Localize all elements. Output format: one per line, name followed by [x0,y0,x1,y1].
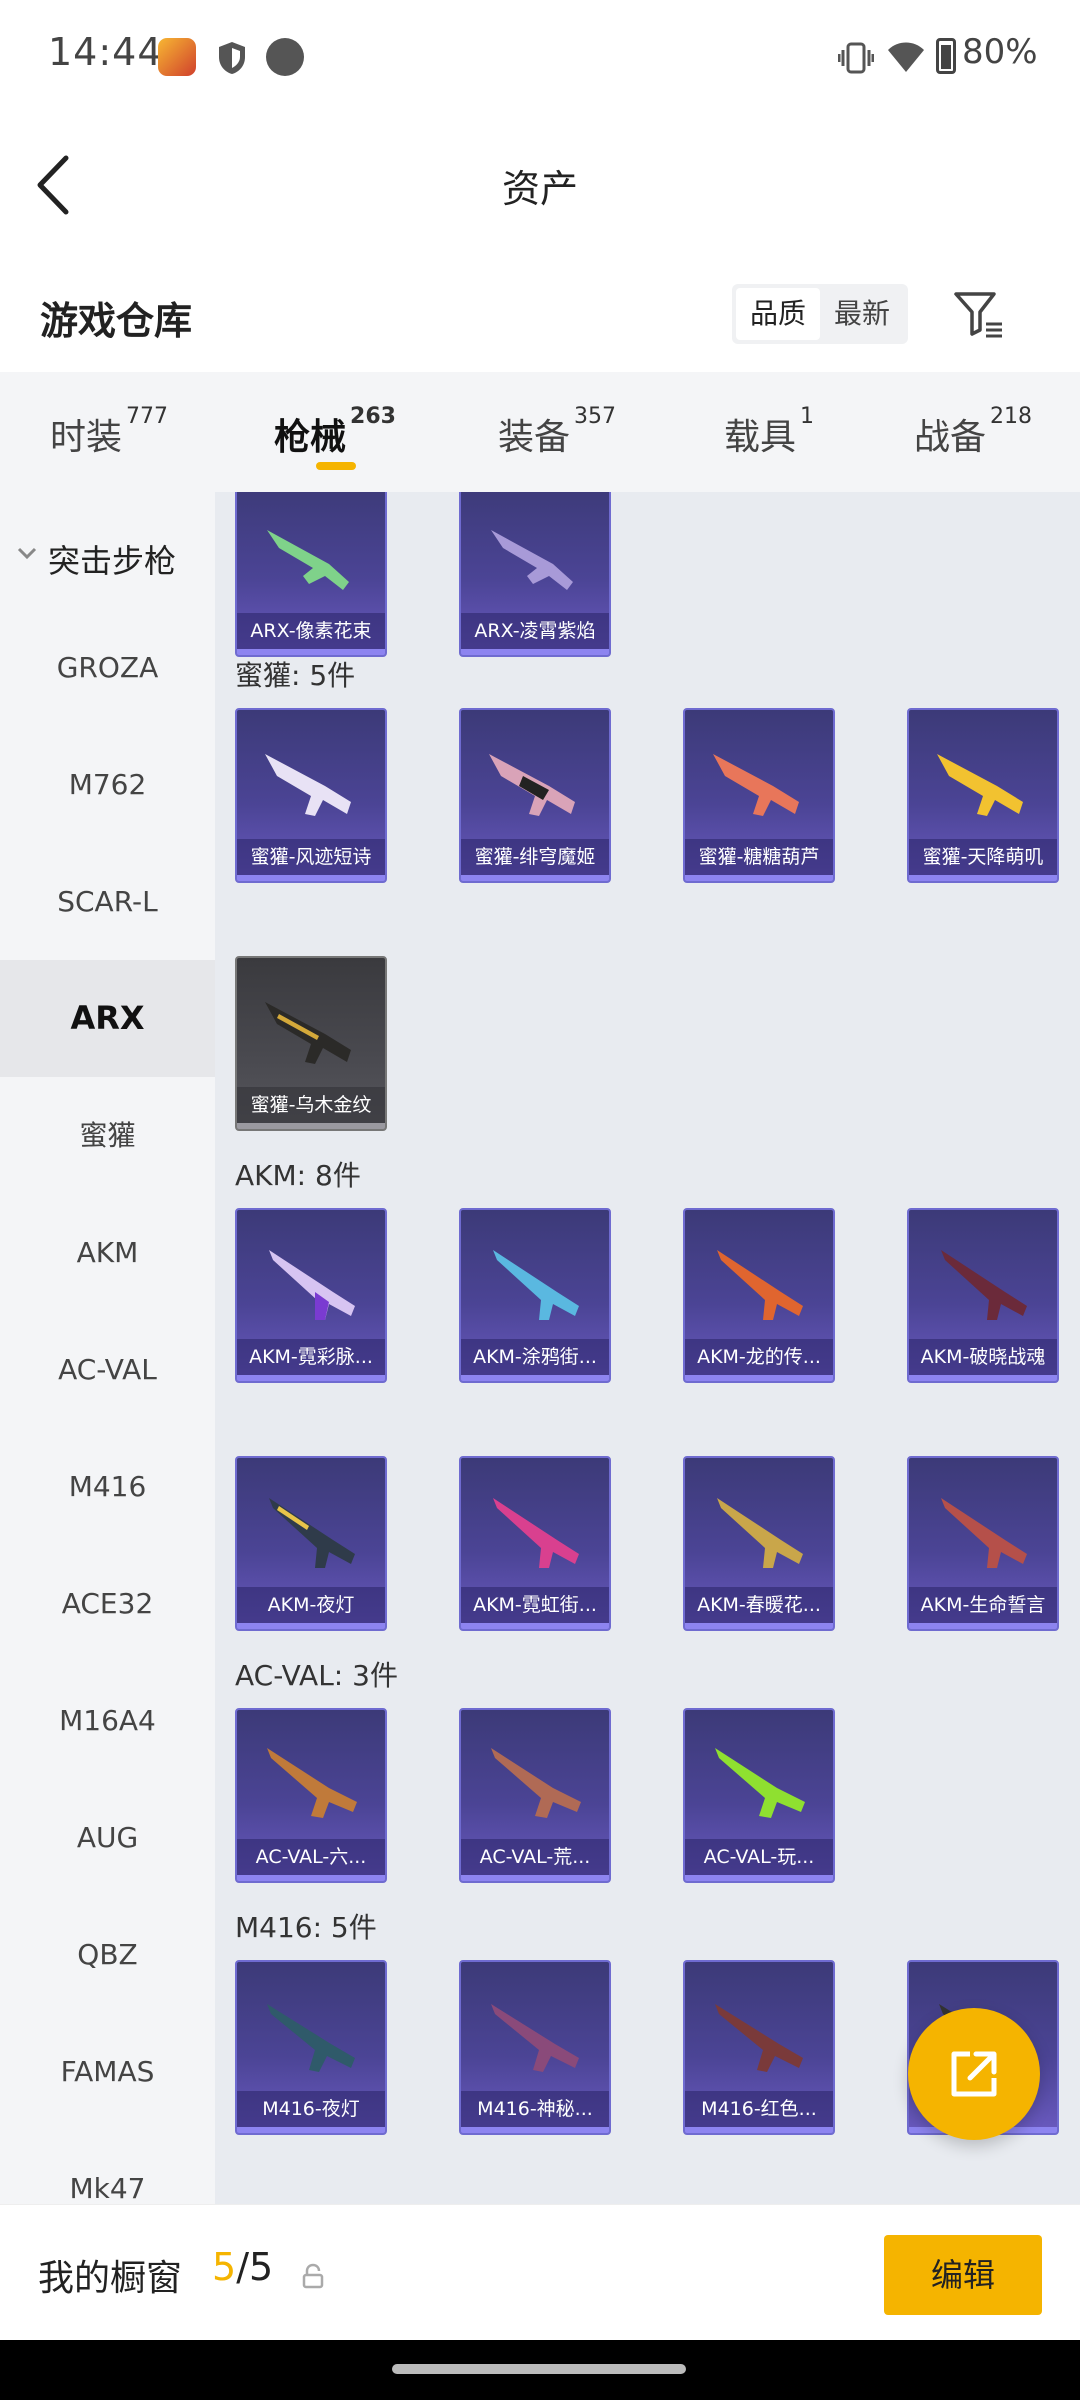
rifle-teal-icon [267,2004,355,2072]
sidebar-item-m416[interactable]: M416 [0,1428,215,1545]
section-label-ac-val: AC-VAL: 3件 [235,1659,398,1692]
sidebar-item-arx[interactable]: ARX [0,960,215,1077]
skin-card[interactable]: 蜜獾-天降萌叽 [907,708,1059,883]
game-app-icon [158,38,196,76]
warehouse-title: 游戏仓库 [40,299,193,343]
rifle-dragon-icon [717,1250,803,1320]
skin-card[interactable]: 蜜獾-风迹短诗 [235,708,387,883]
status-time: 14:44 [48,30,163,74]
active-tab-indicator [316,462,356,470]
skin-grid: ARX-像素花束 ARX-凌霄紫焰 蜜獾: 5件 蜜獾-风迹短诗 蜜獾-绯穹魔姬… [215,492,1080,2204]
filter-icon[interactable] [950,286,1006,342]
skin-card[interactable]: AKM-涂鸦街... [459,1208,611,1383]
share-fab-button[interactable] [908,2008,1040,2140]
skin-card[interactable]: AKM-龙的传... [683,1208,835,1383]
skin-card[interactable]: AKM-破晓战魂 [907,1208,1059,1383]
skin-card[interactable]: AKM-生命誓言 [907,1456,1059,1631]
showcase-count: 5/5 [212,2245,274,2289]
sidebar-item-groza[interactable]: GROZA [0,609,215,726]
rifle-gold-black-icon [265,1002,351,1064]
sidebar-item-ac-val[interactable]: AC-VAL [0,1311,215,1428]
sort-toggle: 品质 最新 [732,284,908,344]
tab-fashion[interactable]: 时装777 [50,404,168,460]
rifle-neon-icon [493,1498,579,1568]
rifle-yellow-icon [937,754,1023,816]
sidebar-item-m16a4[interactable]: M16A4 [0,1662,215,1779]
sidebar-category-assault-rifles[interactable]: 突击步枪 [0,528,215,588]
sidebar-item-qbz[interactable]: QBZ [0,1896,215,2013]
skin-card[interactable]: 蜜獾-乌木金纹 [235,956,387,1131]
external-link-icon [951,2051,997,2097]
skin-card[interactable]: M416-神秘... [459,1960,611,2135]
skin-card[interactable]: M416-红色... [683,1960,835,2135]
tab-supplies[interactable]: 战备218 [914,404,1032,460]
sidebar-item-mk47[interactable]: Mk47 [0,2130,215,2204]
skin-card[interactable]: ARX-凌霄紫焰 [459,492,611,657]
skin-card[interactable]: AKM-夜灯 [235,1456,387,1631]
tab-vehicles[interactable]: 载具1 [724,404,814,460]
rifle-brown-icon [267,1748,357,1818]
skin-card[interactable]: AKM-霓彩脉... [235,1208,387,1383]
rifle-purple-icon [491,530,573,590]
sidebar-item-ace32[interactable]: ACE32 [0,1545,215,1662]
weapon-sidebar: 突击步枪 GROZA M762 SCAR-L ARX 蜜獾 AKM AC-VAL… [0,492,215,2204]
section-label-m416: M416: 5件 [235,1911,377,1944]
rifle-pink-black-icon [489,754,575,816]
vibrate-icon [838,42,874,74]
chevron-down-icon [17,547,37,560]
sidebar-item-akm[interactable]: AKM [0,1194,215,1311]
sidebar-item-scar-l[interactable]: SCAR-L [0,843,215,960]
rifle-rainbow-icon [269,1250,355,1320]
shield-icon [219,42,245,74]
rifle-lime-icon [715,1748,805,1818]
skin-card[interactable]: AC-VAL-荒... [459,1708,611,1883]
sort-latest-button[interactable]: 最新 [820,288,904,340]
status-bar: 14:44 80% [0,0,1080,112]
skin-card[interactable]: AC-VAL-玩... [683,1708,835,1883]
skin-card[interactable]: AKM-春暖花... [683,1456,835,1631]
wifi-icon [888,42,924,72]
rifle-spring-icon [717,1498,803,1568]
sidebar-item-m762[interactable]: M762 [0,726,215,843]
page-title: 资产 [501,167,578,211]
showcase-label: 我的橱窗 [38,2258,183,2299]
skin-card[interactable]: AC-VAL-六... [235,1708,387,1883]
edit-button[interactable]: 编辑 [884,2235,1042,2315]
tab-firearms[interactable]: 枪械263 [274,404,396,460]
skin-card[interactable]: AKM-霓虹街... [459,1456,611,1631]
section-label-honeybadger: 蜜獾: 5件 [235,659,356,692]
rifle-pastel-icon [265,754,351,816]
skin-card[interactable]: 蜜獾-绯穹魔姬 [459,708,611,883]
showcase-bar: 我的橱窗 5/5 编辑 [0,2204,1080,2340]
rifle-graffiti-icon [493,1250,579,1320]
rifle-life-icon [941,1498,1027,1568]
sidebar-item-aug[interactable]: AUG [0,1779,215,1896]
app-root: 14:44 80% 资产 游戏仓库 品质 最新 时装777 枪械263 装备35… [0,0,1080,2400]
rifle-red-icon [713,754,799,816]
calendar-icon [266,38,304,76]
skin-card[interactable]: ARX-像素花束 [235,492,387,657]
lock-icon [302,2263,324,2289]
sort-quality-button[interactable]: 品质 [736,288,820,340]
rifle-mystic-icon [491,2004,579,2072]
skin-card[interactable]: 蜜獾-糖糖葫芦 [683,708,835,883]
skin-card[interactable]: M416-夜灯 [235,1960,387,2135]
battery-percent: 80% [962,32,1038,72]
battery-icon [936,38,956,74]
category-tabs: 时装777 枪械263 装备357 载具1 战备218 [0,372,1080,492]
tab-equipment[interactable]: 装备357 [498,404,616,460]
sidebar-item-honeybadger[interactable]: 蜜獾 [0,1077,215,1194]
home-gesture-handle[interactable] [392,2364,686,2374]
rifle-green-icon [267,530,349,590]
rifle-crimson-icon [715,2004,803,2072]
sidebar-item-famas[interactable]: FAMAS [0,2013,215,2130]
system-nav-bar [0,2340,1080,2400]
rifle-dark-red-icon [941,1250,1027,1320]
section-label-akm: AKM: 8件 [235,1159,361,1192]
rifle-rust-icon [491,1748,581,1818]
rifle-night-icon [269,1498,355,1568]
